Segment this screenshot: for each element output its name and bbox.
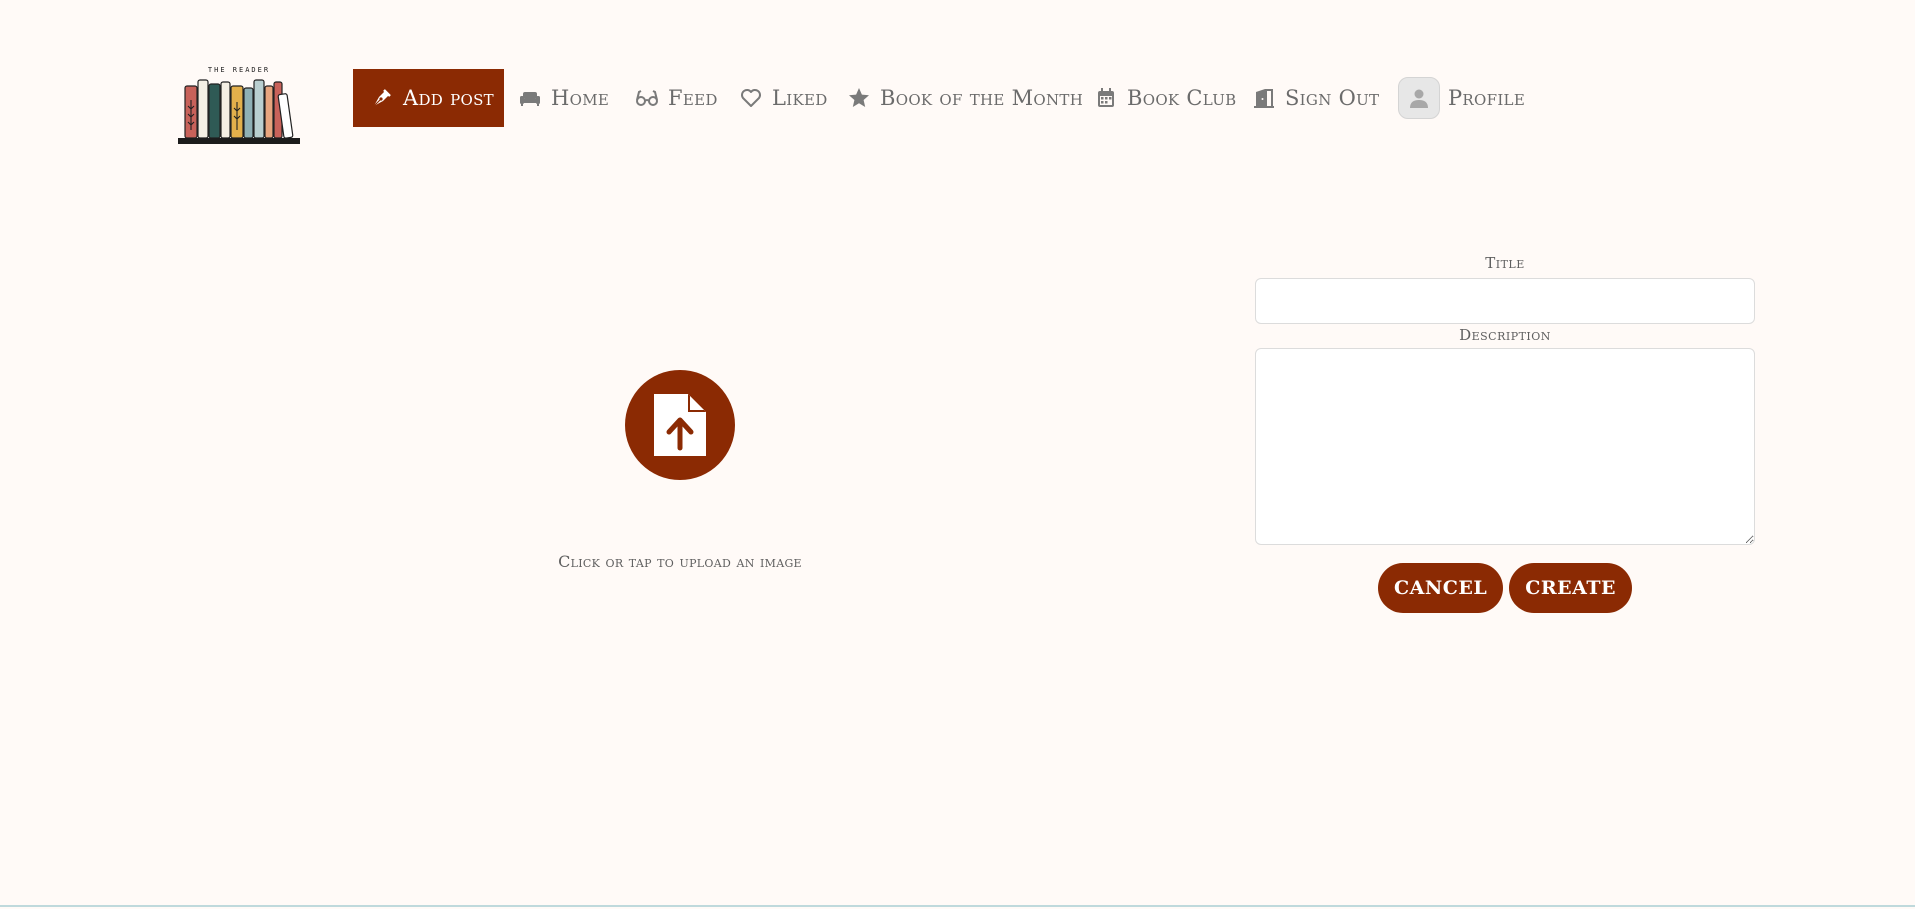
upload-instructions: Click or tap to upload an image (558, 552, 802, 571)
nav-sign-out[interactable]: Sign Out (1251, 70, 1379, 126)
nav-book-of-the-month-label: Book of the Month (880, 86, 1084, 110)
page: THE READER Add post Home Feed Liked Book… (0, 0, 1915, 909)
nav-profile[interactable]: Profile (1398, 70, 1525, 126)
glasses-icon (634, 85, 660, 111)
nav-feed-label: Feed (668, 86, 718, 110)
title-label: Title (1485, 254, 1525, 272)
title-input[interactable] (1255, 278, 1755, 324)
nav-sign-out-label: Sign Out (1285, 86, 1380, 110)
site-logo[interactable]: THE READER (178, 64, 300, 144)
pen-nib-icon (369, 85, 395, 111)
logo-text: THE READER (208, 66, 270, 74)
avatar-icon (1398, 77, 1440, 119)
nav-add-post-label: Add post (403, 86, 494, 110)
nav-liked[interactable]: Liked (738, 70, 828, 126)
couch-icon (517, 85, 543, 111)
cancel-button[interactable]: CANCEL (1378, 563, 1504, 613)
nav-home-label: Home (551, 86, 610, 110)
create-button[interactable]: CREATE (1509, 563, 1632, 613)
nav-book-club-label: Book Club (1127, 86, 1237, 110)
star-icon (846, 85, 872, 111)
door-open-icon (1251, 85, 1277, 111)
image-upload-area[interactable]: Click or tap to upload an image (480, 370, 880, 590)
nav-book-of-the-month[interactable]: Book of the Month (846, 70, 1083, 126)
nav-add-post[interactable]: Add post (353, 69, 504, 127)
nav-feed[interactable]: Feed (634, 70, 718, 126)
nav-profile-label: Profile (1448, 86, 1526, 110)
bottom-divider (0, 905, 1915, 907)
nav-home[interactable]: Home (517, 70, 609, 126)
heart-icon (738, 85, 764, 111)
description-label: Description (1459, 326, 1551, 344)
form-buttons: CANCEL CREATE (1255, 563, 1755, 613)
post-form: Title Description CANCEL CREATE (1255, 254, 1755, 613)
nav-liked-label: Liked (772, 86, 828, 110)
description-input[interactable] (1255, 348, 1755, 545)
nav-book-club[interactable]: Book Club (1093, 70, 1236, 126)
file-upload-icon (625, 370, 735, 480)
calendar-icon (1093, 85, 1119, 111)
bookshelf-logo-icon: THE READER (178, 66, 300, 144)
